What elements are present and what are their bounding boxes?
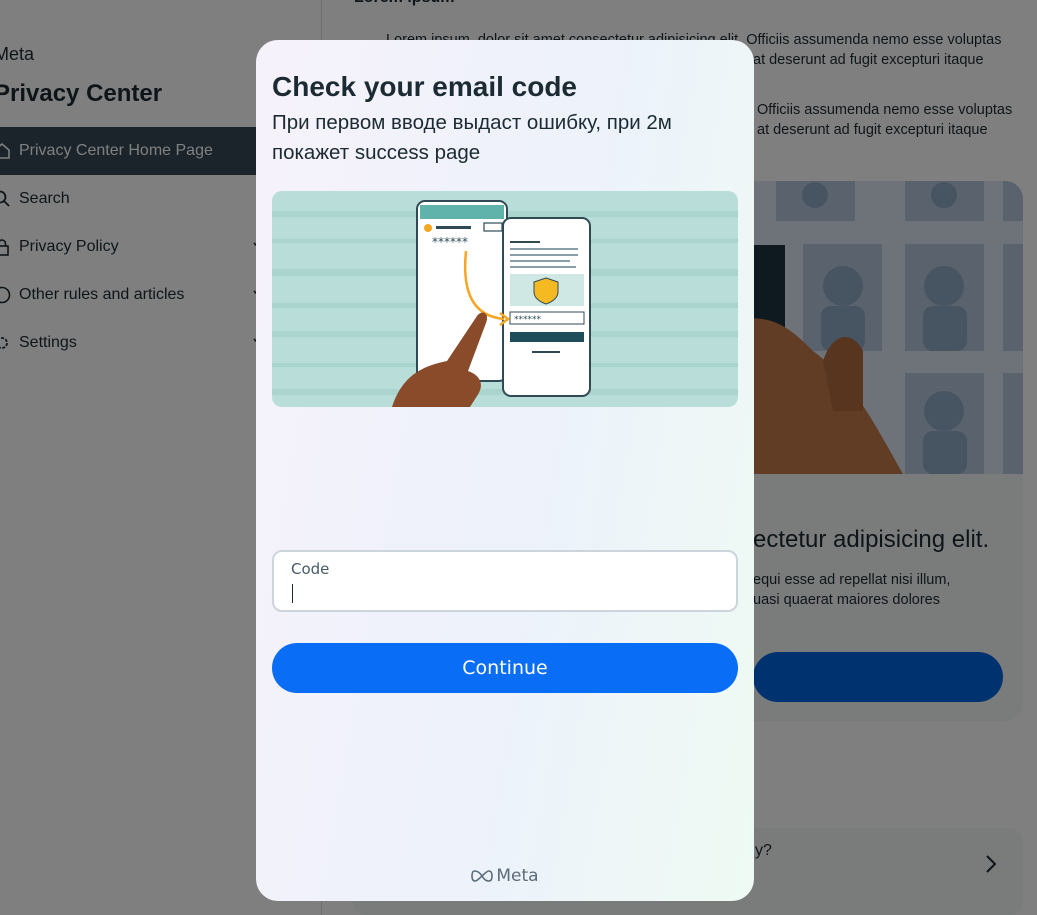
dialog-subtitle: При первом вводе выдаст ошибку, при 2м п… <box>272 111 672 164</box>
svg-text:******: ****** <box>432 235 468 249</box>
email-code-dialog: Check your email code При первом вводе в… <box>256 40 754 901</box>
meta-footer-logo: Meta <box>256 866 754 886</box>
code-input[interactable] <box>291 582 711 604</box>
text-caret <box>292 584 293 603</box>
code-field-label: Code <box>291 560 330 578</box>
meta-infinity-icon <box>471 870 494 882</box>
continue-button[interactable]: Continue <box>272 643 738 693</box>
code-field[interactable]: Code <box>272 550 738 612</box>
svg-text:******: ****** <box>514 315 542 325</box>
footer-brand-text: Meta <box>496 866 539 886</box>
two-factor-illustration: ****** ****** <box>272 191 738 407</box>
dialog-title: Check your email code <box>272 71 578 102</box>
